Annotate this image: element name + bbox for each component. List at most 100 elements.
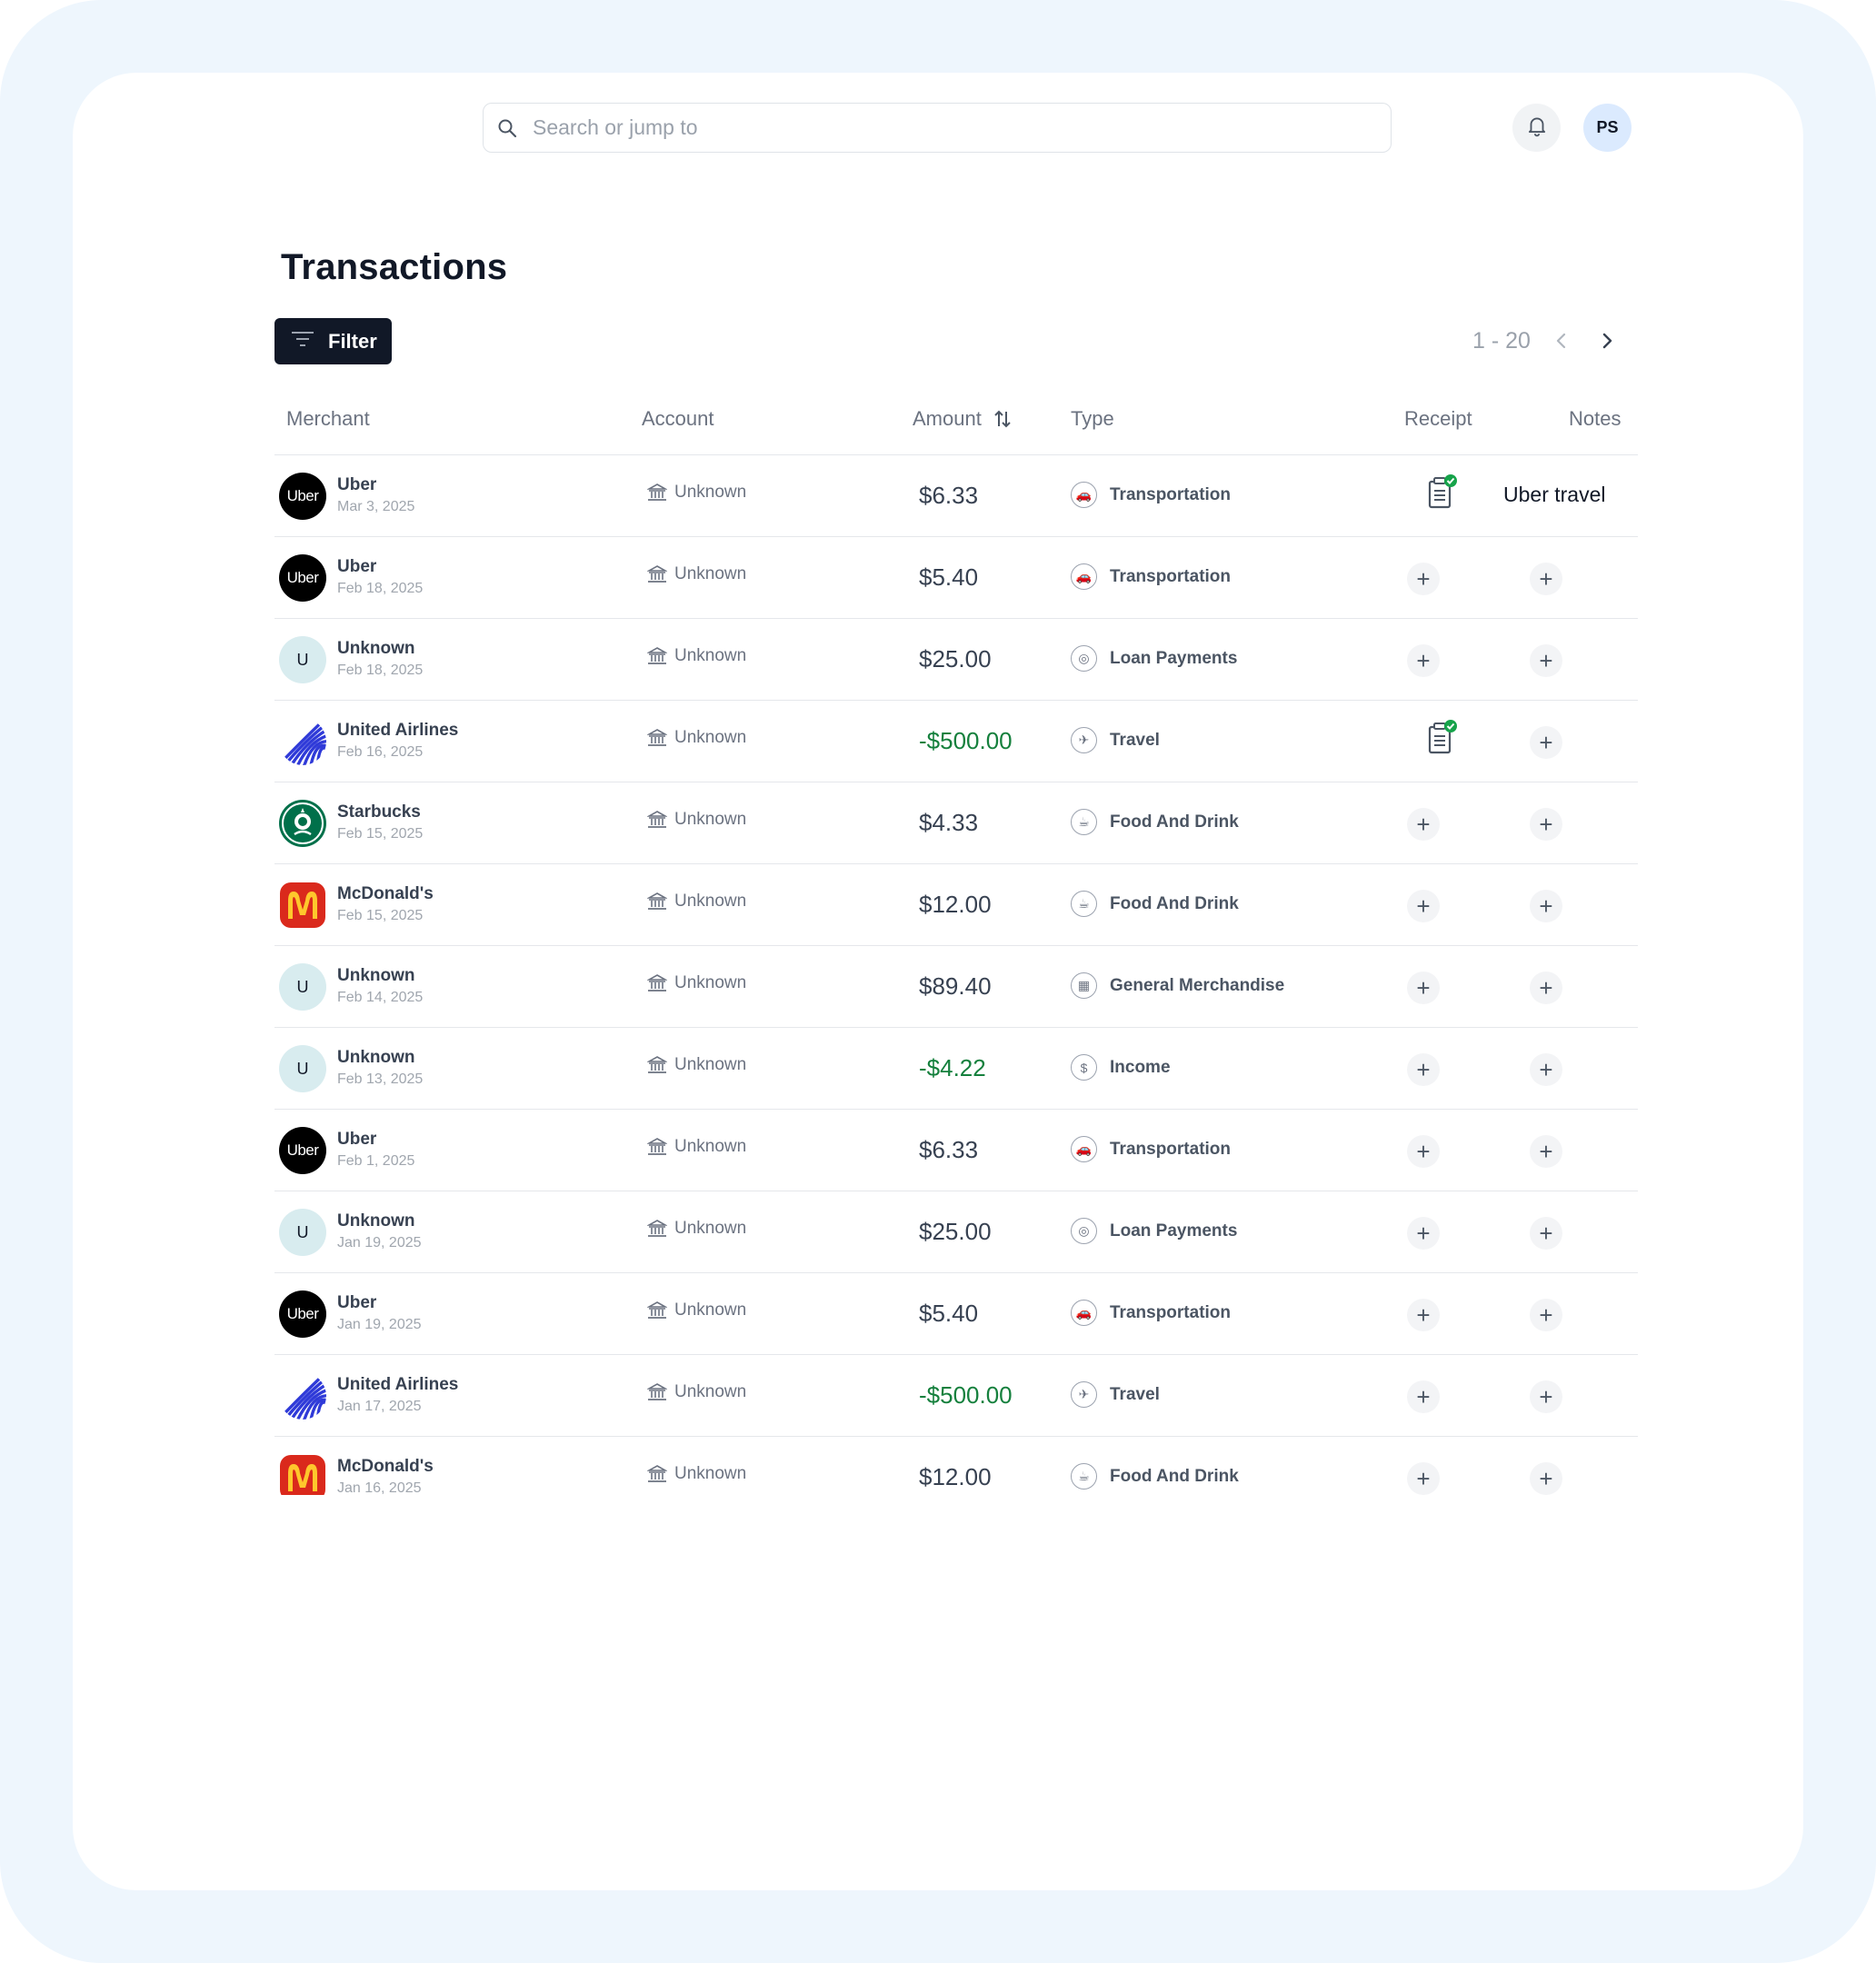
add-receipt-button[interactable]: + (1407, 563, 1440, 595)
table-row[interactable]: U Unknown Jan 19, 2025 Unknown $25.00 ◎ Loan P… (274, 1191, 1638, 1273)
category-cell[interactable]: ◎ Loan Payments (1071, 1218, 1237, 1244)
notifications-button[interactable] (1512, 104, 1561, 152)
add-receipt-button[interactable]: + (1407, 972, 1440, 1004)
add-note-button[interactable]: + (1530, 1299, 1562, 1331)
category-cell[interactable]: 🚗 Transportation (1071, 1300, 1231, 1326)
table-row[interactable]: Uber Uber Feb 1, 2025 Unknown $6.33 🚗 Transpor… (274, 1110, 1638, 1191)
sort-icon[interactable] (993, 409, 1013, 429)
merchant-logo (280, 882, 325, 928)
add-receipt-button[interactable]: + (1407, 1380, 1440, 1413)
category-cell[interactable]: ✈ Travel (1071, 727, 1160, 753)
add-note-button[interactable]: + (1530, 890, 1562, 922)
category-cell[interactable]: ◎ Loan Payments (1071, 645, 1237, 672)
merchant-name[interactable]: Uber (337, 1293, 376, 1313)
table-row[interactable]: United Airlines Feb 16, 2025 Unknown -$500.… (274, 701, 1638, 782)
account-name: Unknown (674, 892, 747, 911)
header-amount[interactable]: Amount (913, 407, 1013, 431)
note-text[interactable]: Uber travel (1503, 483, 1605, 507)
add-note-button[interactable]: + (1530, 1462, 1562, 1495)
add-receipt-button[interactable]: + (1407, 1053, 1440, 1086)
category-cell[interactable]: ✈ Travel (1071, 1381, 1160, 1408)
receipt-attached-button[interactable] (1427, 473, 1458, 512)
add-note-button[interactable]: + (1530, 972, 1562, 1004)
table-row[interactable]: United Airlines Jan 17, 2025 Unknown -$500.… (274, 1355, 1638, 1437)
next-page-button[interactable] (1591, 324, 1623, 357)
category-label: Loan Payments (1110, 1221, 1238, 1241)
merchant-name[interactable]: McDonald's (337, 884, 434, 904)
receipt-attached-button[interactable] (1427, 719, 1458, 757)
search-icon (496, 116, 520, 140)
add-receipt-button[interactable]: + (1407, 1299, 1440, 1331)
merchant-name[interactable]: Uber (337, 475, 376, 495)
add-note-button[interactable]: + (1530, 726, 1562, 759)
table-row[interactable]: U Unknown Feb 18, 2025 Unknown $25.00 ◎ Loan P… (274, 619, 1638, 701)
filter-button[interactable]: Filter (274, 318, 392, 364)
bank-icon (647, 1382, 667, 1402)
merchant-name[interactable]: United Airlines (337, 721, 458, 741)
user-avatar[interactable]: PS (1583, 104, 1632, 152)
search-input[interactable] (531, 115, 1352, 141)
merchant-name[interactable]: United Airlines (337, 1375, 458, 1395)
table-row[interactable]: U Unknown Feb 14, 2025 Unknown $89.40 ▦ Genera… (274, 946, 1638, 1028)
bank-icon (647, 973, 667, 993)
plus-icon: + (1416, 564, 1431, 593)
account-cell: Unknown (647, 810, 746, 830)
merchant-name[interactable]: McDonald's (337, 1457, 434, 1477)
chevron-left-icon (1556, 333, 1566, 349)
category-cell[interactable]: 🚗 Transportation (1071, 482, 1231, 508)
category-cell[interactable]: ☕ Food And Drink (1071, 809, 1239, 835)
category-label: Food And Drink (1110, 812, 1239, 832)
merchant-name[interactable]: Unknown (337, 1048, 415, 1068)
transaction-date: Mar 3, 2025 (337, 499, 415, 514)
account-name: Unknown (674, 810, 747, 829)
table-row[interactable]: Uber Uber Jan 19, 2025 Unknown $5.40 🚗 Transpo… (274, 1273, 1638, 1355)
merchant-name[interactable]: Uber (337, 1130, 376, 1150)
add-note-button[interactable]: + (1530, 563, 1562, 595)
add-note-button[interactable]: + (1530, 1135, 1562, 1168)
add-note-button[interactable]: + (1530, 644, 1562, 677)
add-receipt-button[interactable]: + (1407, 1462, 1440, 1495)
category-cell[interactable]: ☕ Food And Drink (1071, 1463, 1239, 1490)
merchant-name[interactable]: Unknown (337, 966, 415, 986)
amount: -$500.00 (919, 1381, 1013, 1409)
merchant-name[interactable]: Uber (337, 557, 376, 577)
category-cell[interactable]: 🚗 Transportation (1071, 1136, 1231, 1162)
plus-icon: + (1416, 892, 1431, 920)
add-note-button[interactable]: + (1530, 1053, 1562, 1086)
table-row[interactable]: McDonald's Jan 16, 2025 Unknown $12.00 ☕ Food… (274, 1437, 1638, 1495)
plus-icon: + (1539, 892, 1553, 920)
table-row[interactable]: McDonald's Feb 15, 2025 Unknown $12.00 ☕ Food… (274, 864, 1638, 946)
pagination-range: 1 - 20 (1472, 327, 1531, 354)
add-receipt-button[interactable]: + (1407, 1135, 1440, 1168)
car-icon: 🚗 (1071, 1136, 1097, 1162)
merchant-initial: U (296, 650, 309, 669)
category-label: Travel (1110, 1384, 1160, 1404)
category-cell[interactable]: 🚗 Transportation (1071, 563, 1231, 590)
add-note-button[interactable]: + (1530, 808, 1562, 841)
add-note-button[interactable]: + (1530, 1217, 1562, 1250)
add-receipt-button[interactable]: + (1407, 808, 1440, 841)
account-cell: Unknown (647, 1219, 746, 1239)
add-receipt-button[interactable]: + (1407, 1217, 1440, 1250)
merchant-name[interactable]: Unknown (337, 639, 415, 659)
category-cell[interactable]: ☕ Food And Drink (1071, 891, 1239, 917)
plus-icon: + (1416, 1300, 1431, 1329)
table-row[interactable]: Uber Uber Mar 3, 2025 Unknown $6.33 🚗 Transpor… (274, 455, 1638, 537)
search-bar[interactable] (483, 103, 1392, 153)
category-cell[interactable]: ▦ General Merchandise (1071, 972, 1284, 999)
category-cell[interactable]: $ Income (1071, 1054, 1171, 1081)
suitcase-icon: ✈ (1071, 1381, 1097, 1408)
merchant-name[interactable]: Unknown (337, 1211, 415, 1231)
add-receipt-button[interactable]: + (1407, 644, 1440, 677)
plus-icon: + (1416, 810, 1431, 838)
table-row[interactable]: U Unknown Feb 13, 2025 Unknown -$4.22 $ Income… (274, 1028, 1638, 1110)
merchant-name[interactable]: Starbucks (337, 802, 421, 822)
add-receipt-button[interactable]: + (1407, 890, 1440, 922)
table-row[interactable]: Uber Uber Feb 18, 2025 Unknown $5.40 🚗 Transpo… (274, 537, 1638, 619)
table-row[interactable]: Starbucks Feb 15, 2025 Unknown $4.33 ☕ Food A… (274, 782, 1638, 864)
prev-page-button[interactable] (1545, 324, 1578, 357)
merchant-logo: U (279, 1209, 326, 1256)
bank-icon (647, 1300, 667, 1320)
add-note-button[interactable]: + (1530, 1380, 1562, 1413)
account-cell: Unknown (647, 1137, 746, 1157)
